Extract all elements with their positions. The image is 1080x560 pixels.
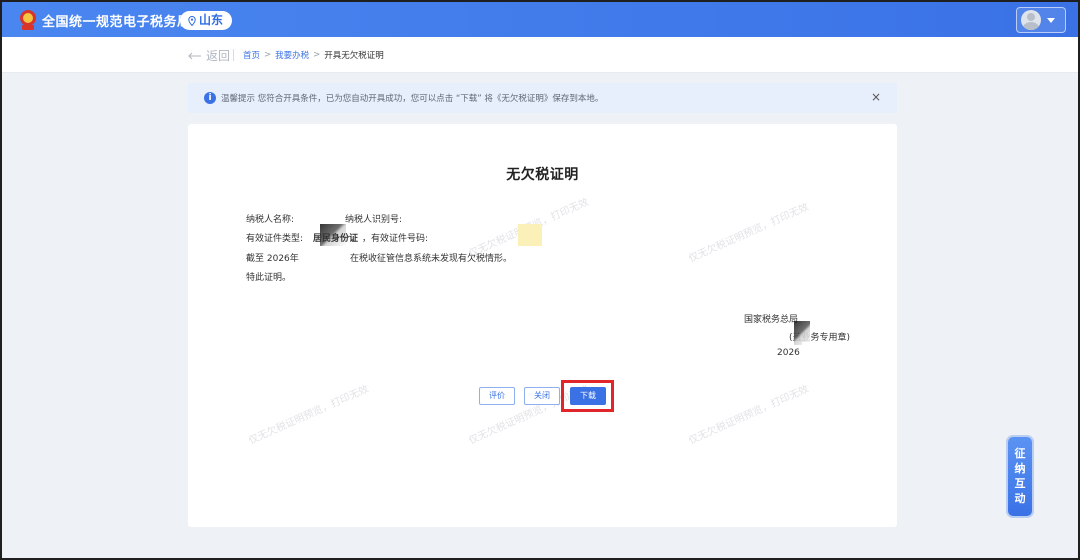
notice-bar: i 温馨提示 您符合开具条件，已为您自动开具成功，您可以点击 “下载” 将《无欠… [188, 83, 897, 113]
watermark: 仅无欠税证明预览，打印无效 [687, 383, 811, 447]
back-button[interactable]: 返回 [188, 47, 230, 64]
breadcrumb-my-tax[interactable]: 我要办税 [275, 49, 309, 61]
arrow-left-icon [188, 52, 201, 59]
widget-char: 纳 [1014, 462, 1026, 475]
tax-emblem-icon [20, 10, 36, 30]
rate-button[interactable]: 评价 [479, 387, 515, 405]
interaction-widget[interactable]: 征 纳 互 动 [1008, 437, 1032, 516]
redaction [518, 224, 542, 246]
site-title: 全国统一规范电子税务局 [42, 15, 191, 30]
document-title: 无欠税证明 [506, 167, 579, 183]
close-button[interactable]: 关闭 [524, 387, 560, 405]
watermark: 仅无欠税证明预览，打印无效 [687, 201, 811, 265]
breadcrumb: 首页 > 我要办税 > 开具无欠税证明 [243, 49, 384, 61]
issue-date: 2026 [777, 348, 800, 358]
taxpayer-name-label: 纳税人名称: [246, 215, 295, 225]
app-window: 全国统一规范电子税务局 山东 返回 首页 > 我要办税 > 开具无欠税证明 i … [0, 0, 1080, 560]
notice-text: 温馨提示 您符合开具条件，已为您自动开具成功，您可以点击 “下载” 将《无欠税证… [221, 94, 604, 104]
as-of-label: 截至 2026年 [246, 254, 299, 264]
region-selector[interactable]: 山东 [180, 11, 233, 30]
breadcrumb-separator: > [313, 50, 321, 60]
certificate-preview: 仅无欠税证明预览，打印无效 仅无欠税证明预览，打印无效 仅无欠税证明预览，打印无… [188, 124, 897, 527]
breadcrumb-current: 开具无欠税证明 [324, 51, 384, 61]
location-pin-icon [188, 15, 196, 26]
region-label: 山东 [199, 13, 224, 27]
issuer-name: 国家税务总局 [744, 315, 799, 325]
breadcrumb-separator: > [264, 50, 272, 60]
closing-text: 特此证明。 [246, 273, 292, 283]
breadcrumb-home[interactable]: 首页 [243, 49, 260, 61]
cert-no-label: ，有效证件号码: [362, 234, 429, 244]
download-button[interactable]: 下载 [570, 387, 606, 405]
avatar [1021, 10, 1041, 30]
cert-type-label: 有效证件类型: [246, 234, 304, 244]
top-bar: 全国统一规范电子税务局 山东 [2, 2, 1078, 37]
divider [233, 49, 234, 61]
redaction [802, 342, 858, 358]
as-of-statement: 在税收征管信息系统未发现有欠税情形。 [350, 254, 513, 264]
widget-char: 动 [1014, 492, 1026, 505]
chevron-down-icon [1047, 17, 1055, 23]
widget-char: 互 [1014, 477, 1026, 490]
breadcrumb-bar: 返回 首页 > 我要办税 > 开具无欠税证明 [2, 37, 1078, 73]
cert-type-value: 居民身份证 [313, 234, 359, 244]
info-icon: i [204, 92, 216, 104]
back-label: 返回 [206, 49, 231, 63]
user-menu[interactable] [1016, 7, 1066, 33]
close-icon[interactable]: × [871, 91, 881, 103]
taxpayer-id-label: 纳税人识别号: [345, 215, 403, 225]
widget-char: 征 [1014, 447, 1026, 460]
watermark: 仅无欠税证明预览，打印无效 [247, 383, 371, 447]
